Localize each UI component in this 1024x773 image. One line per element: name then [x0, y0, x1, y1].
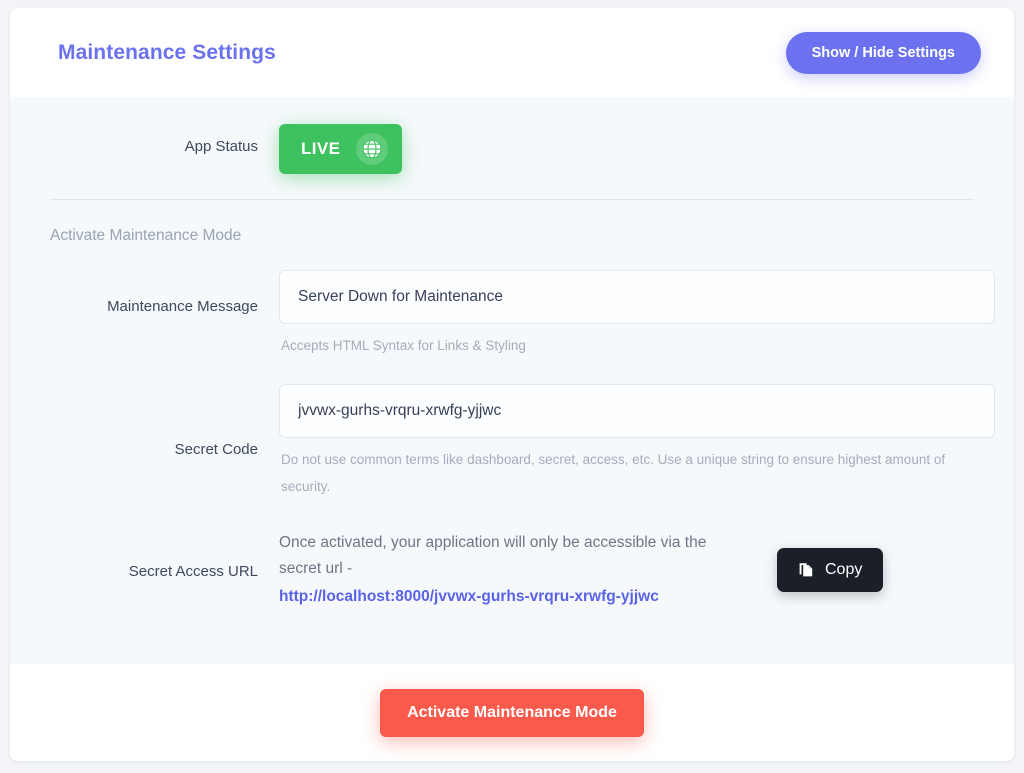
app-status-field: LIVE	[279, 124, 995, 174]
globe-icon	[356, 133, 389, 165]
app-status-label: App Status	[184, 138, 258, 155]
maintenance-message-helper: Accepts HTML Syntax for Links & Styling	[281, 338, 526, 353]
maintenance-message-input[interactable]	[279, 270, 995, 324]
maintenance-settings-card: Maintenance Settings Show / Hide Setting…	[10, 8, 1014, 761]
secret-access-url-link[interactable]: http://localhost:8000/jvvwx-gurhs-vrqru-…	[279, 584, 739, 610]
activate-maintenance-mode-button[interactable]: Activate Maintenance Mode	[380, 688, 644, 737]
app-status-row: App Status LIVE	[29, 97, 995, 174]
copy-icon	[798, 561, 815, 578]
page-background: Maintenance Settings Show / Hide Setting…	[0, 0, 1024, 773]
section-heading: Activate Maintenance Mode	[50, 227, 242, 244]
maintenance-message-field: Accepts HTML Syntax for Links & Styling	[279, 270, 995, 359]
card-footer: Activate Maintenance Mode	[10, 664, 1014, 761]
copy-button-label: Copy	[825, 560, 863, 578]
show-hide-settings-button[interactable]: Show / Hide Settings	[785, 31, 981, 74]
app-status-toggle[interactable]: LIVE	[279, 124, 403, 174]
secret-code-field: Do not use common terms like dashboard, …	[279, 384, 995, 500]
maintenance-message-row: Maintenance Message Accepts HTML Syntax …	[29, 270, 995, 359]
page-title: Maintenance Settings	[58, 40, 276, 64]
secret-access-url-label: Secret Access URL	[128, 562, 258, 580]
secret-code-helper: Do not use common terms like dashboard, …	[281, 452, 946, 494]
app-status-value: LIVE	[301, 139, 341, 158]
maintenance-message-label: Maintenance Message	[107, 298, 258, 315]
secret-access-url-field: Once activated, your application will on…	[279, 524, 995, 610]
copy-button[interactable]: Copy	[777, 547, 884, 592]
secret-access-url-row: Secret Access URL Once activated, your a…	[29, 524, 995, 610]
secret-code-label: Secret Code	[174, 441, 258, 459]
secret-code-row: Secret Code Do not use common terms like…	[29, 384, 995, 500]
card-body: App Status LIVE Activate Maintenance Mod…	[10, 97, 1014, 664]
secret-access-url-description-block: Once activated, your application will on…	[279, 524, 739, 610]
secret-code-input[interactable]	[279, 384, 995, 439]
card-header: Maintenance Settings Show / Hide Setting…	[10, 8, 1014, 97]
secret-access-url-description: Once activated, your application will on…	[279, 533, 707, 577]
